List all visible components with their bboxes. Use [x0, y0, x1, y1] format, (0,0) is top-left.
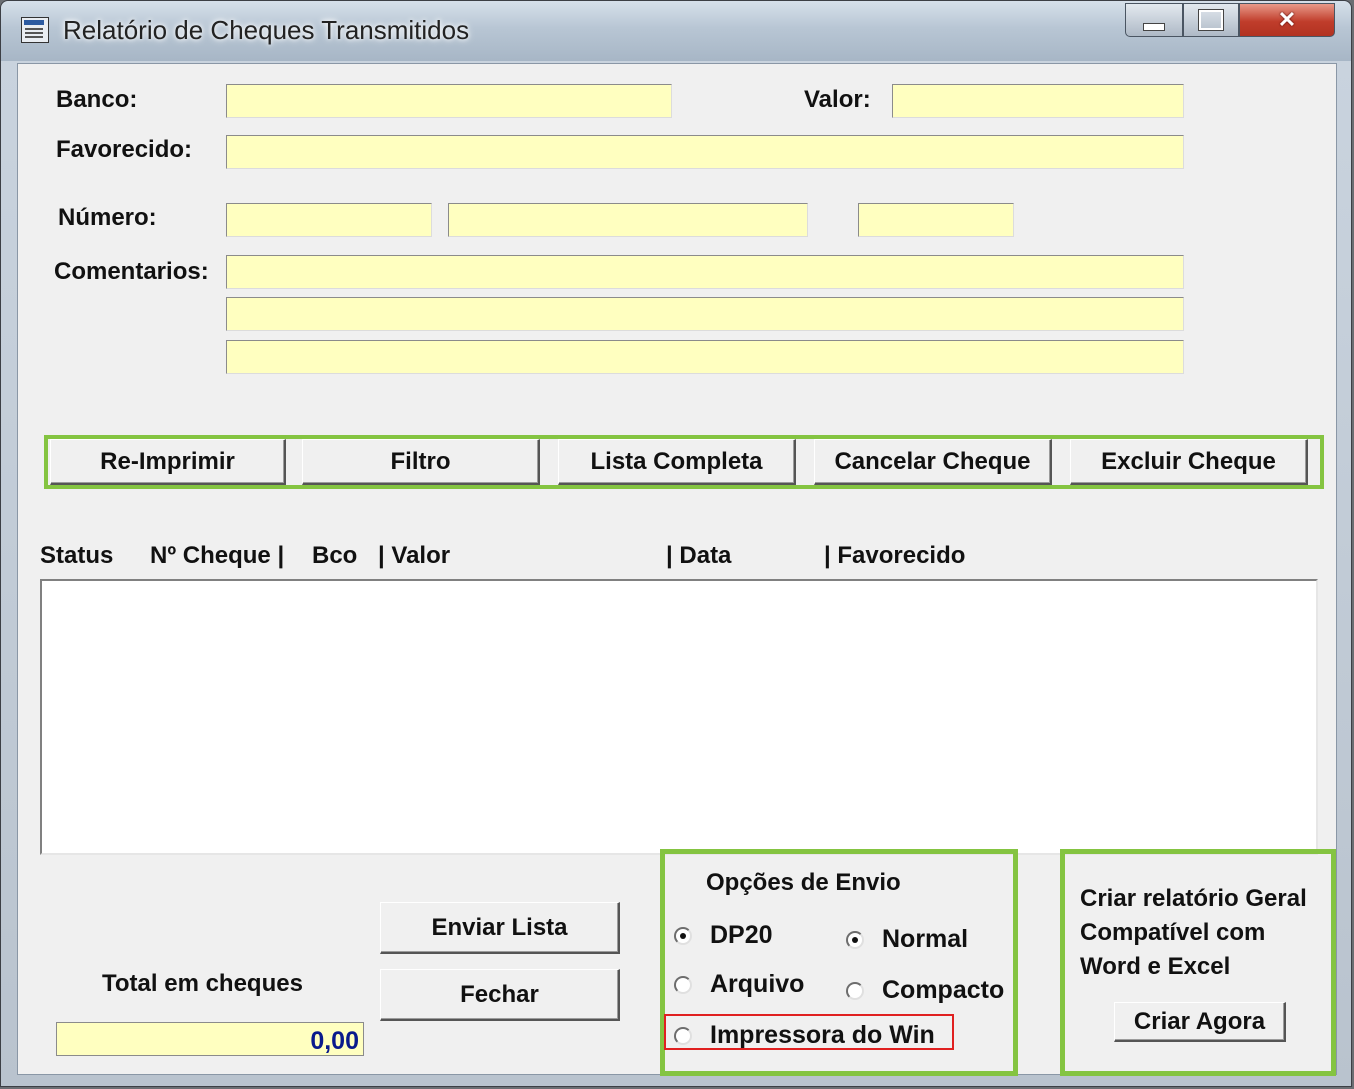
comentarios-input-1[interactable] [226, 255, 1184, 289]
radio-normal-label: Normal [882, 925, 969, 953]
radio-dp20[interactable]: DP20 [674, 921, 773, 950]
valor-input[interactable] [892, 84, 1184, 118]
numero-input-3[interactable] [858, 203, 1014, 237]
envio-title: Opções de Envio [706, 869, 901, 896]
title-bar[interactable]: Relatório de Cheques Transmitidos ✕ [1, 1, 1351, 61]
maximize-icon [1199, 10, 1223, 30]
numero-input-1[interactable] [226, 203, 432, 237]
favorecido-label: Favorecido: [56, 136, 193, 163]
radio-compacto-indicator [846, 981, 864, 1000]
minimize-icon [1143, 23, 1165, 31]
total-label: Total em cheques [102, 970, 303, 997]
column-status: Status [40, 542, 114, 569]
impressora-highlight [664, 1014, 954, 1050]
radio-normal[interactable]: Normal [846, 925, 968, 954]
filtro-button[interactable]: Filtro [302, 439, 540, 485]
cancelar-cheque-button[interactable]: Cancelar Cheque [814, 439, 1052, 485]
radio-arquivo-indicator [674, 975, 692, 994]
app-window: Relatório de Cheques Transmitidos ✕ Banc… [0, 0, 1352, 1087]
banco-label: Banco: [56, 86, 138, 113]
reimprimir-button[interactable]: Re-Imprimir [50, 439, 286, 485]
numero-label: Número: [58, 204, 157, 231]
comentarios-input-2[interactable] [226, 297, 1184, 331]
form-panel: Banco: Valor: Favorecido: Número: Coment… [17, 63, 1337, 1076]
radio-normal-indicator [846, 930, 864, 949]
radio-compacto[interactable]: Compacto [846, 976, 1004, 1005]
enviar-lista-button[interactable]: Enviar Lista [380, 902, 620, 954]
radio-dp20-indicator [674, 926, 692, 945]
column-numero-cheque: Nº Cheque | [150, 542, 285, 569]
minimize-button[interactable] [1125, 3, 1183, 37]
comentarios-input-3[interactable] [226, 340, 1184, 374]
lista-completa-button[interactable]: Lista Completa [558, 439, 796, 485]
banco-input[interactable] [226, 84, 672, 118]
relatorio-line-2: Compatível com [1080, 919, 1266, 946]
column-favorecido: | Favorecido [824, 542, 966, 569]
column-data: | Data [666, 542, 732, 569]
relatorio-line-3: Word e Excel [1080, 953, 1231, 980]
comentarios-label: Comentarios: [54, 258, 209, 285]
valor-label: Valor: [804, 86, 871, 113]
favorecido-input[interactable] [226, 135, 1184, 169]
column-valor: | Valor [378, 542, 451, 569]
radio-arquivo[interactable]: Arquivo [674, 970, 804, 999]
column-bco: Bco [312, 542, 358, 569]
radio-compacto-label: Compacto [882, 976, 1005, 1004]
excluir-cheque-button[interactable]: Excluir Cheque [1070, 439, 1308, 485]
radio-dp20-label: DP20 [710, 921, 773, 949]
fechar-button[interactable]: Fechar [380, 969, 620, 1021]
app-icon [21, 17, 49, 43]
window-controls: ✕ [1125, 3, 1335, 37]
close-icon: ✕ [1277, 7, 1297, 32]
close-button[interactable]: ✕ [1239, 3, 1335, 37]
relatorio-line-1: Criar relatório Geral [1080, 885, 1307, 912]
numero-input-2[interactable] [448, 203, 808, 237]
maximize-button[interactable] [1183, 3, 1239, 37]
cheques-list[interactable] [40, 579, 1318, 855]
radio-arquivo-label: Arquivo [710, 970, 805, 998]
criar-agora-button[interactable]: Criar Agora [1114, 1002, 1286, 1042]
total-value: 0,00 [56, 1022, 364, 1056]
window-title: Relatório de Cheques Transmitidos [63, 15, 470, 45]
